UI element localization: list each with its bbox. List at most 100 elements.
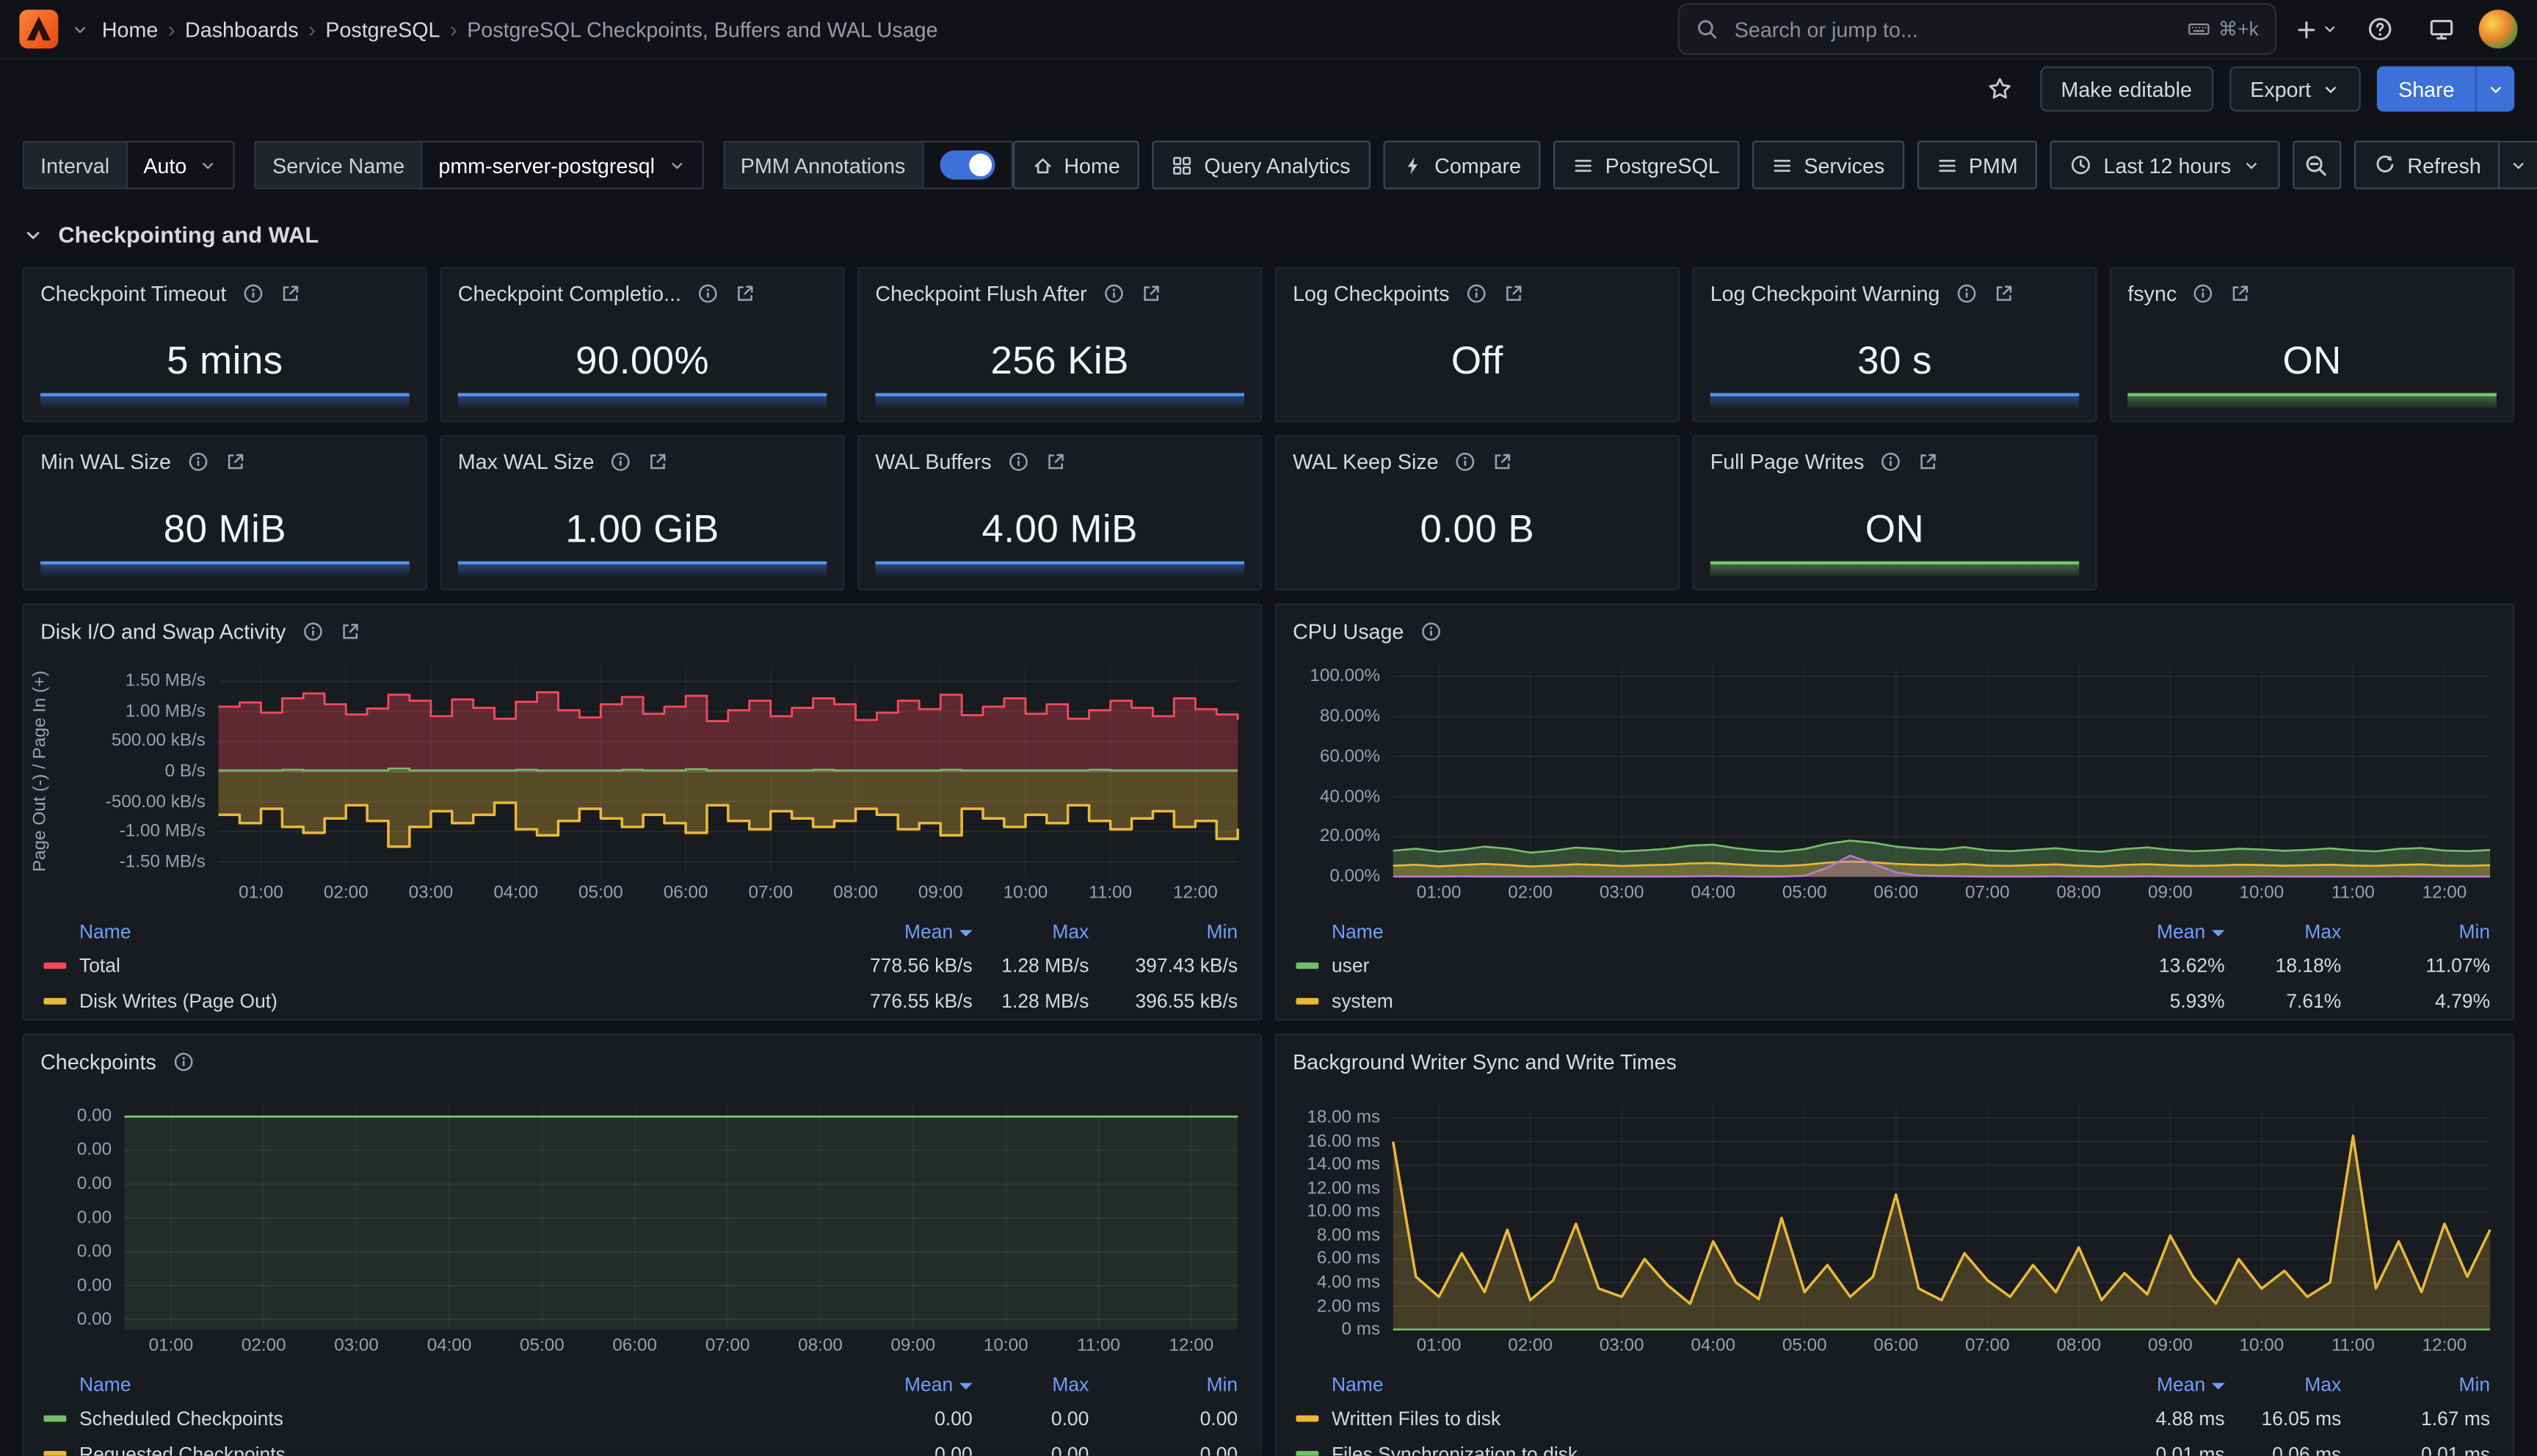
time-range-picker[interactable]: Last 12 hours	[2050, 141, 2280, 189]
legend-col-max[interactable]: Max	[2225, 1373, 2342, 1396]
refresh-button[interactable]: Refresh	[2354, 141, 2501, 189]
share-button[interactable]: Share	[2377, 66, 2475, 112]
legend-col-name[interactable]: Name	[44, 920, 791, 943]
stat-gauge-bar	[875, 561, 1244, 576]
help-button[interactable]	[2356, 5, 2404, 54]
pmm-annotations-toggle[interactable]	[921, 141, 1012, 189]
legend-col-min[interactable]: Min	[2341, 1373, 2490, 1396]
stat-gauge-bar	[40, 561, 410, 576]
breadcrumb-item-dashboards[interactable]: Dashboards	[185, 17, 299, 41]
search-bar[interactable]: ⌘+k	[1678, 3, 2277, 55]
chevron-down-icon	[2487, 80, 2505, 98]
legend-col-min[interactable]: Min	[1089, 920, 1238, 943]
toolbar-button-query-analytics[interactable]: Query Analytics	[1153, 141, 1370, 189]
breadcrumb-item-postgresql[interactable]: PostgreSQL	[325, 17, 440, 41]
toolbar-button-services[interactable]: Services	[1752, 141, 1904, 189]
legend-col-name[interactable]: Name	[1296, 1373, 2043, 1396]
legend-col-mean[interactable]: Mean	[2044, 920, 2225, 943]
pmm-logo[interactable]	[19, 10, 58, 48]
y-axis-tick: 80.00%	[1290, 707, 1380, 726]
toggle-switch-on[interactable]	[940, 150, 995, 180]
service-name-select[interactable]: pmm-server-postgresql	[421, 141, 703, 189]
star-icon	[1986, 76, 2012, 102]
chart-plot[interactable]	[1290, 1093, 2500, 1362]
x-axis-tick: 12:00	[2412, 1336, 2477, 1355]
external-link-icon	[647, 451, 669, 473]
breadcrumb: Home›Dashboards›PostgreSQL›PostgreSQL Ch…	[102, 16, 938, 42]
legend-row-files-synchronization-to-disk[interactable]: Files Synchronization to disk0.01 ms0.06…	[1296, 1436, 2490, 1455]
stat-title: fsync	[2127, 282, 2177, 306]
legend-col-max[interactable]: Max	[973, 920, 1089, 943]
toolbar-links: Home Query Analytics ComparePostgreSQL Serv…	[1012, 141, 2037, 189]
search-input[interactable]	[1731, 15, 2174, 43]
legend-col-mean[interactable]: Mean	[2044, 1373, 2225, 1396]
legend-row-requested-checkpoints[interactable]: Requested Checkpoints0.000.000.00	[44, 1436, 1238, 1455]
chevron-down-icon	[2322, 21, 2338, 37]
chevron-down-icon	[2510, 156, 2527, 174]
make-editable-button[interactable]: Make editable	[2040, 66, 2213, 112]
chart-area[interactable]: 0.000.000.000.000.000.000.0001:0002:0003…	[37, 1093, 1248, 1362]
legend-row-steal[interactable]: steal1.17%10.76%0.02%	[1296, 1019, 2490, 1021]
kiosk-mode-button[interactable]	[2417, 5, 2466, 54]
time-range-label: Last 12 hours	[2104, 153, 2232, 177]
legend-col-mean[interactable]: Mean	[791, 1373, 973, 1396]
stat-value: 5 mins	[37, 340, 413, 385]
interval-select[interactable]: Auto	[126, 141, 235, 189]
service-name-label: Service Name	[255, 141, 421, 189]
legend: NameMeanMaxMin Scheduled Checkpoints0.000…	[44, 1369, 1238, 1456]
chart-area[interactable]: 1.50 MB/s1.00 MB/s500.00 kB/s0 B/s-500.0…	[37, 653, 1248, 909]
legend-col-name[interactable]: Name	[1296, 920, 2043, 943]
add-menu-button[interactable]	[2290, 5, 2343, 54]
legend-row-total[interactable]: Total778.56 kB/s1.28 MB/s397.43 kB/s	[44, 948, 1238, 983]
legend-col-max[interactable]: Max	[2225, 920, 2342, 943]
stat-panels-row-2: Min WAL Size80 MiBMax WAL Size1.00 GiBWA…	[23, 435, 2514, 591]
series-max: 0.06 ms	[2225, 1443, 2342, 1456]
refresh-interval-dropdown[interactable]	[2500, 141, 2537, 189]
user-avatar[interactable]	[2479, 10, 2518, 48]
external-link-icon	[1140, 283, 1161, 305]
favorite-star-button[interactable]	[1975, 65, 2024, 113]
refresh-icon	[2373, 153, 2396, 176]
legend-col-name[interactable]: Name	[44, 1373, 791, 1396]
stat-panel-checkpoint-flush-after: Checkpoint Flush After256 KiB	[857, 267, 1262, 423]
stat-gauge-bar	[458, 393, 827, 408]
zoom-out-button[interactable]	[2293, 141, 2341, 189]
legend-row-disk-reads-page-in[interactable]: Disk Reads (Page In)2.01 kB/s53.47 kB/s7…	[44, 1019, 1238, 1021]
x-axis-tick: 12:00	[1159, 1336, 1224, 1355]
org-switcher-caret-icon[interactable]	[71, 21, 89, 38]
export-button[interactable]: Export	[2229, 66, 2362, 112]
x-axis-tick: 05:00	[1772, 883, 1837, 902]
section-checkpointing-and-wal[interactable]: Checkpointing and WAL	[23, 219, 2514, 251]
chart-plot[interactable]	[37, 653, 1248, 909]
x-axis-tick: 02:00	[1498, 1336, 1563, 1355]
toolbar-button-pmm[interactable]: PMM	[1917, 141, 2037, 189]
external-link-icon	[1503, 283, 1524, 305]
x-axis-tick: 01:00	[228, 883, 293, 902]
chart-area[interactable]: 100.00%80.00%60.00%40.00%20.00%0.00%01:0…	[1290, 653, 2500, 909]
breadcrumb-item-postgresql-checkpoints-buffers-and-wal-usage[interactable]: PostgreSQL Checkpoints, Buffers and WAL …	[467, 17, 937, 41]
refresh-label: Refresh	[2407, 153, 2480, 177]
toggle-knob	[968, 153, 991, 176]
chart-plot[interactable]	[37, 1093, 1248, 1362]
toolbar-button-postgresql[interactable]: PostgreSQL	[1553, 141, 1739, 189]
legend-col-min[interactable]: Min	[1089, 1373, 1238, 1396]
legend-row-system[interactable]: system5.93%7.61%4.79%	[1296, 983, 2490, 1019]
chart-plot[interactable]	[1290, 653, 2500, 909]
share-dropdown-button[interactable]	[2475, 66, 2514, 112]
stat-value: 90.00%	[454, 340, 830, 385]
legend-row-scheduled-checkpoints[interactable]: Scheduled Checkpoints0.000.000.00	[44, 1401, 1238, 1436]
toolbar-button-home[interactable]: Home	[1012, 141, 1139, 189]
breadcrumb-item-home[interactable]: Home	[102, 17, 158, 41]
legend-row-disk-writes-page-out[interactable]: Disk Writes (Page Out)776.55 kB/s1.28 MB…	[44, 983, 1238, 1019]
zoom-out-icon	[2304, 153, 2329, 177]
chart-area[interactable]: 18.00 ms16.00 ms14.00 ms12.00 ms10.00 ms…	[1290, 1093, 2500, 1362]
toolbar-button-compare[interactable]: Compare	[1383, 141, 1541, 189]
legend-col-min[interactable]: Min	[2341, 920, 2490, 943]
legend-row-user[interactable]: user13.62%18.18%11.07%	[1296, 948, 2490, 983]
legend-col-mean[interactable]: Mean	[791, 920, 973, 943]
series-color-swatch	[1296, 1416, 1318, 1422]
legend-row-written-files-to-disk[interactable]: Written Files to disk4.88 ms16.05 ms1.67…	[1296, 1401, 2490, 1436]
chevron-down-icon	[2323, 80, 2340, 98]
x-axis-tick: 07:00	[1955, 883, 2019, 902]
legend-col-max[interactable]: Max	[973, 1373, 1089, 1396]
